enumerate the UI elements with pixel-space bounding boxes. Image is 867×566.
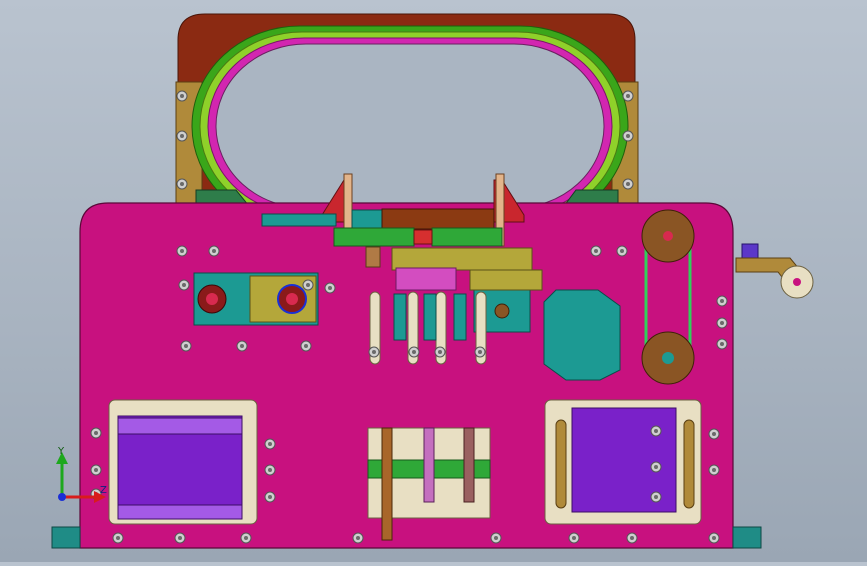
- magenta-shoe: [395, 267, 457, 291]
- upper-oval-frame[interactable]: [175, 13, 639, 227]
- tool-blade-3: [463, 427, 475, 503]
- lever-bracket: [741, 243, 759, 259]
- bolt-socket: [630, 536, 634, 540]
- triad-z-axis: [58, 493, 66, 501]
- bolt-socket: [94, 431, 98, 435]
- bolt-socket: [654, 429, 658, 433]
- teal-bar-left: [261, 213, 337, 227]
- bolt-socket: [268, 442, 272, 446]
- bolt-socket: [720, 321, 724, 325]
- bolt-socket: [244, 536, 248, 540]
- right-panel-slot-left: [555, 419, 567, 509]
- bolt-socket: [720, 342, 724, 346]
- bolt-socket: [494, 536, 498, 540]
- roller-left-hub: [206, 293, 218, 305]
- valve-port: [494, 303, 510, 319]
- bolt-socket: [212, 249, 216, 253]
- teal-block-center: [351, 209, 383, 231]
- bolt-socket: [304, 344, 308, 348]
- bolt-socket: [438, 350, 442, 354]
- green-slide-right: [431, 227, 503, 247]
- bolt-socket: [306, 283, 310, 287]
- upper-pulley-hub: [663, 231, 673, 241]
- bolt-socket: [626, 134, 630, 138]
- cad-model-front-view: Y Z: [51, 13, 814, 549]
- right-base-foot: [732, 526, 762, 549]
- oval-window: [215, 43, 605, 209]
- cylinder-left: [393, 293, 407, 341]
- left-door-upper-rail: [117, 417, 243, 435]
- bolt-socket: [268, 468, 272, 472]
- triad-z-label: Z: [100, 485, 107, 496]
- bolt-socket: [654, 495, 658, 499]
- bolt-socket: [180, 249, 184, 253]
- left-roller-assembly[interactable]: [193, 272, 319, 326]
- side-lever-arm[interactable]: [735, 243, 814, 299]
- bolt-socket: [720, 299, 724, 303]
- brown-crossbar: [381, 208, 495, 230]
- green-slide-left: [333, 227, 415, 247]
- roller-right-hub: [286, 293, 298, 305]
- bolt-socket: [180, 134, 184, 138]
- bolt-socket: [594, 249, 598, 253]
- bolt-socket: [328, 286, 332, 290]
- bolt-socket: [116, 536, 120, 540]
- bolt-socket: [184, 344, 188, 348]
- bolt-socket: [620, 249, 624, 253]
- bolt-socket: [654, 465, 658, 469]
- tool-blade-1: [381, 427, 393, 541]
- olive-valve-frame: [469, 269, 543, 291]
- cylinder-mid: [423, 293, 437, 341]
- bolt-socket: [712, 536, 716, 540]
- left-door-lower-rail: [117, 504, 243, 520]
- bolt-socket: [626, 94, 630, 98]
- bolt-socket: [712, 432, 716, 436]
- red-clamp: [413, 229, 433, 245]
- left-base-foot: [51, 526, 81, 549]
- bolt-socket: [240, 344, 244, 348]
- bolt-socket: [412, 350, 416, 354]
- teal-motor-housing: [543, 289, 621, 381]
- cylinder-right: [453, 293, 467, 341]
- bolt-socket: [180, 94, 184, 98]
- tool-blade-2: [423, 427, 435, 503]
- lower-right-panel[interactable]: [544, 399, 702, 525]
- bolt-socket: [372, 350, 376, 354]
- bolt-socket: [94, 468, 98, 472]
- triad-y-label: Y: [57, 446, 65, 457]
- bolt-socket: [712, 468, 716, 472]
- lower-pulley-hub: [662, 352, 674, 364]
- olive-carriage: [391, 247, 533, 271]
- bolt-socket: [478, 350, 482, 354]
- bolt-socket: [572, 536, 576, 540]
- bolt-socket: [180, 182, 184, 186]
- bolt-socket: [626, 182, 630, 186]
- bolt-socket: [268, 495, 272, 499]
- cad-viewport[interactable]: Y Z: [0, 0, 867, 562]
- right-panel-slot-right: [683, 419, 695, 509]
- bolt-socket: [178, 536, 182, 540]
- bolt-socket: [182, 283, 186, 287]
- bolt-socket: [356, 536, 360, 540]
- brown-pin-block: [365, 246, 381, 268]
- lower-left-panel[interactable]: [108, 399, 258, 525]
- lever-wheel-hub: [793, 278, 801, 286]
